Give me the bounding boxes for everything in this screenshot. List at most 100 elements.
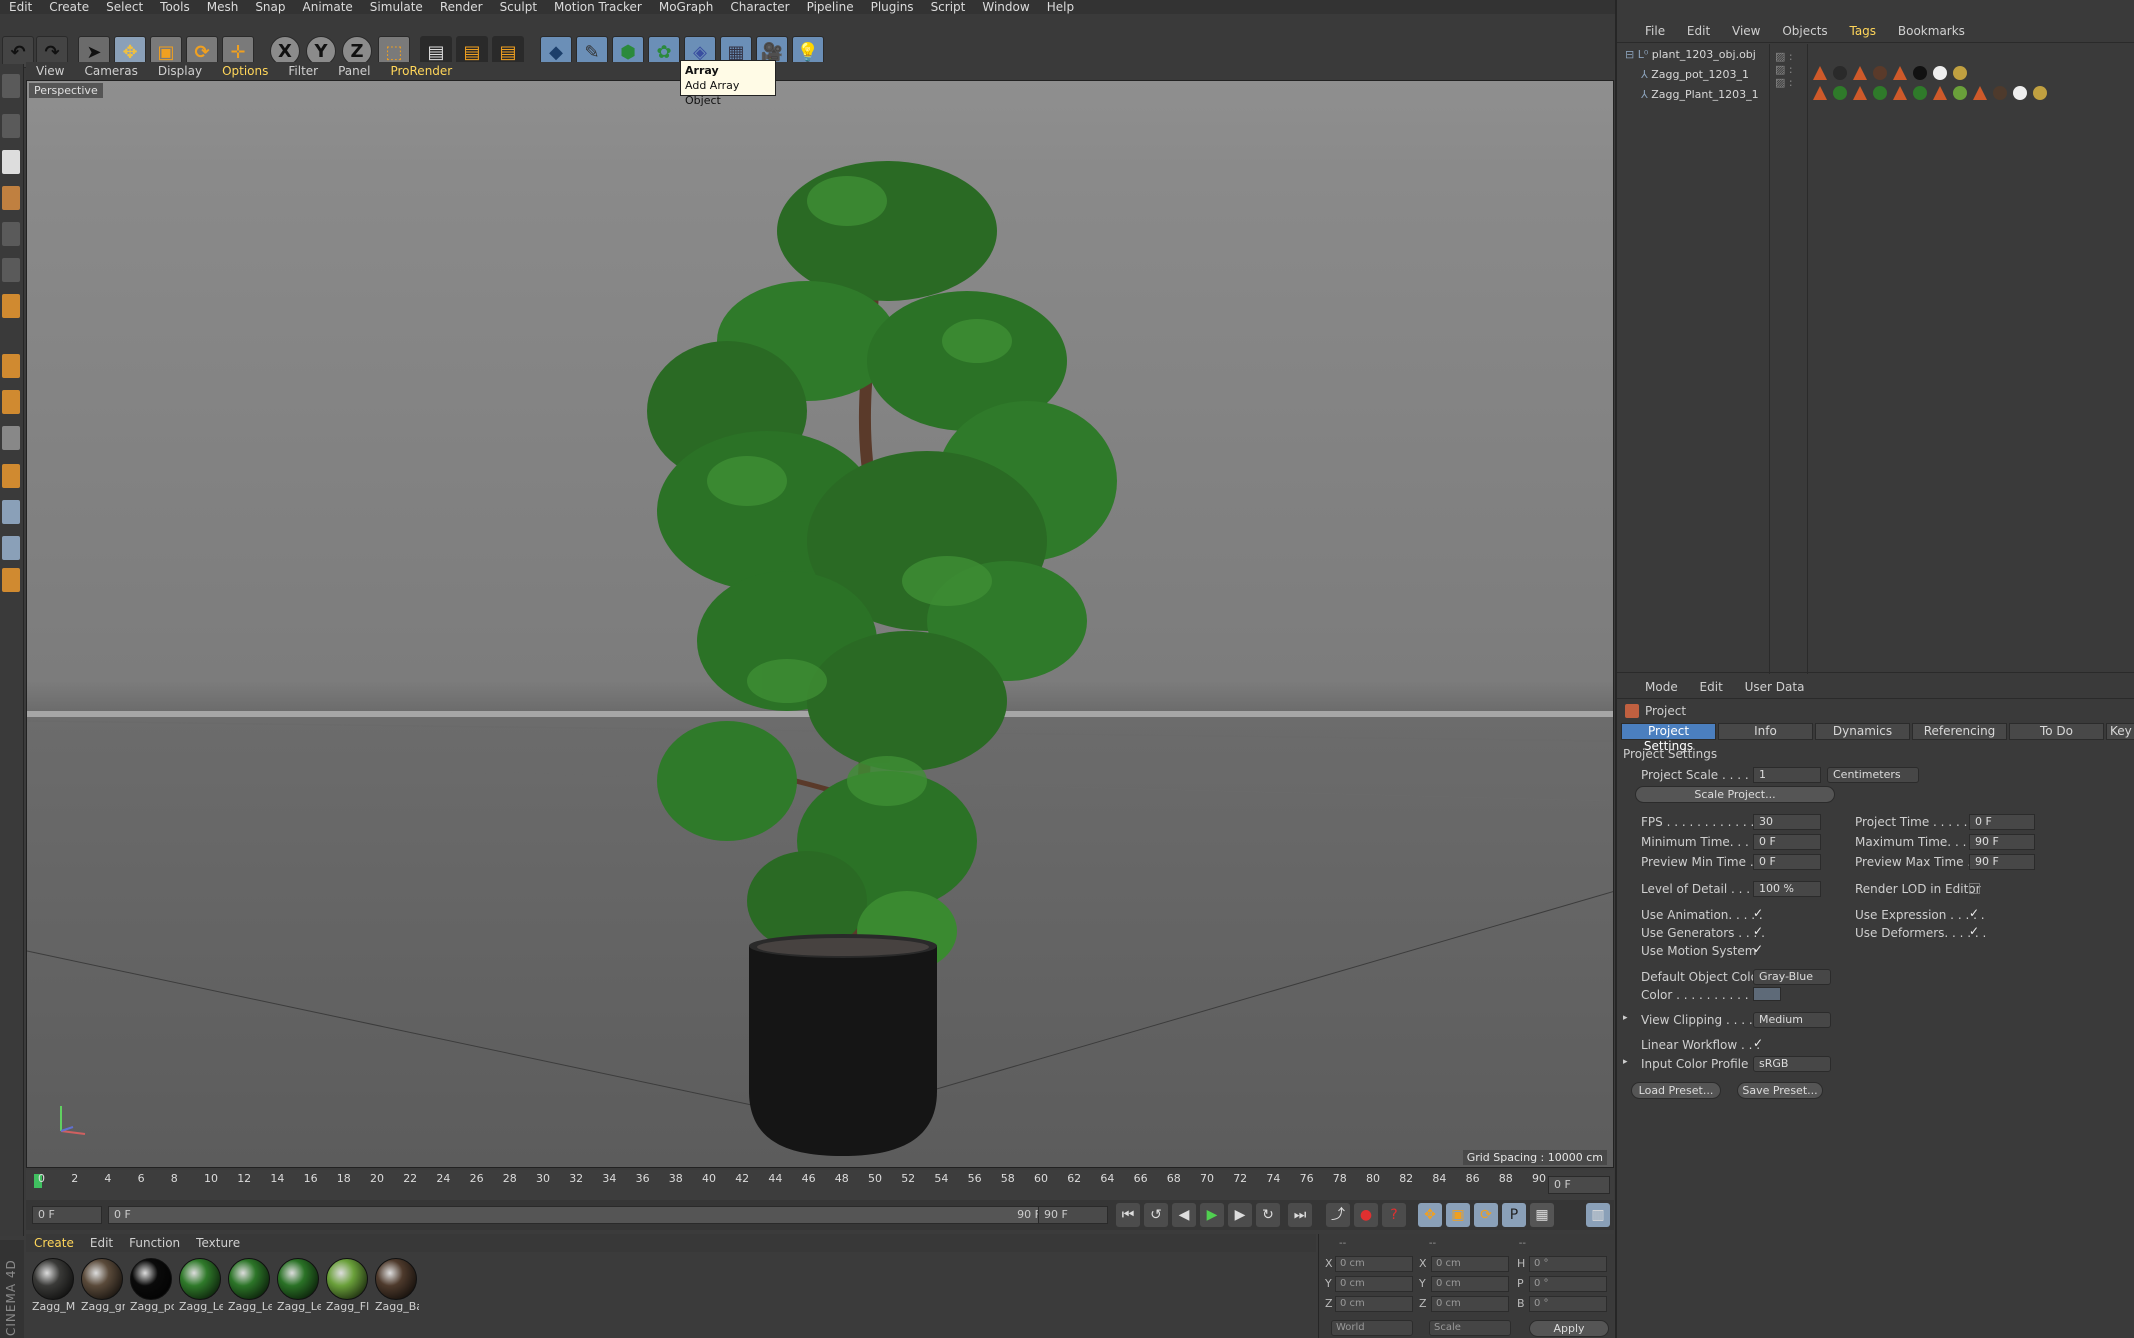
scale-project-button[interactable]: Scale Project... [1635,786,1835,803]
object-row-pot[interactable]: ⅄ Zagg_pot_1203_1 [1641,68,1749,81]
texture-tag-icon[interactable] [1953,86,1967,100]
attr-menu-mode[interactable]: Mode [1645,680,1678,694]
menu-window[interactable]: Window [973,0,1037,14]
coord-field[interactable]: 0 cm [1335,1296,1413,1312]
load-preset-button[interactable]: Load Preset... [1631,1082,1721,1099]
texture-mode-icon[interactable] [2,150,20,174]
menu-create[interactable]: Create [40,0,97,14]
fps-field[interactable]: 30 [1753,814,1821,830]
current-frame-field[interactable]: 0 F [1548,1176,1610,1194]
tab-key-interpolation[interactable]: Key In [2106,723,2134,740]
objects-menu-tags[interactable]: Tags [1849,24,1876,38]
viewport-menu-prorender[interactable]: ProRender [380,64,462,78]
render-lod-checkbox[interactable] [1969,883,1980,894]
phong-tag-icon[interactable] [1853,86,1867,100]
phong-tag-icon[interactable] [1813,86,1827,100]
min-time-field[interactable]: 0 F [1753,834,1821,850]
project-scale-field[interactable]: 1 [1753,767,1821,783]
texture-tag-icon[interactable] [1913,86,1927,100]
material-swatch[interactable]: Zagg_Fl [326,1258,370,1318]
object-row-plant[interactable]: ⅄ Zagg_Plant_1203_1 [1641,88,1759,101]
menu-simulate[interactable]: Simulate [361,0,431,14]
menu-select[interactable]: Select [97,0,151,14]
make-editable-icon[interactable] [2,74,20,98]
end-frame-field[interactable]: 90 F [1038,1206,1108,1224]
go-to-start-icon[interactable]: ⏮ [1116,1203,1140,1227]
autokey-icon[interactable]: ? [1382,1203,1406,1227]
texture-tag-icon[interactable] [1833,86,1847,100]
texture-tag-icon[interactable] [1833,66,1847,80]
menu-snap[interactable]: Snap [246,0,293,14]
phong-tag-icon[interactable] [1933,86,1947,100]
objects-menu-objects[interactable]: Objects [1782,24,1827,38]
next-frame-icon[interactable]: ▶ [1228,1203,1252,1227]
use-deformers-checkbox[interactable]: ✓ [1969,925,1980,937]
tweak-mode-icon[interactable] [2,390,20,414]
menu-mesh[interactable]: Mesh [198,0,247,14]
menu-help[interactable]: Help [1038,0,1082,14]
previous-key-icon[interactable]: ↺ [1144,1203,1168,1227]
material-menu-edit[interactable]: Edit [82,1236,121,1250]
phong-tag-icon[interactable] [1853,66,1867,80]
points-mode-icon[interactable] [2,222,20,246]
use-expression-checkbox[interactable]: ✓ [1969,907,1980,919]
menu-character[interactable]: Character [721,0,797,14]
material-menu-create[interactable]: Create [26,1236,82,1250]
texture-tag-icon[interactable] [1913,66,1927,80]
tab-todo[interactable]: To Do [2009,723,2104,740]
texture-tag-icon[interactable] [2013,86,2027,100]
workplane-icon[interactable] [2,186,20,210]
polygons-mode-icon[interactable] [2,294,20,318]
use-motion-checkbox[interactable]: ✓ [1753,943,1764,955]
key-scale-icon[interactable]: ▣ [1446,1203,1470,1227]
coord-field[interactable]: 0 cm [1335,1276,1413,1292]
viewport-menu-cameras[interactable]: Cameras [74,64,147,78]
project-time-field[interactable]: 0 F [1969,814,2035,830]
tab-referencing[interactable]: Referencing [1912,723,2007,740]
material-menu-texture[interactable]: Texture [188,1236,248,1250]
lod-field[interactable]: 100 % [1753,881,1821,897]
preview-max-field[interactable]: 90 F [1969,854,2035,870]
coord-system-select[interactable]: World [1331,1320,1413,1336]
phong-tag-icon[interactable] [1813,66,1827,80]
menu-edit[interactable]: Edit [0,0,40,14]
objects-menu-edit[interactable]: Edit [1687,24,1710,38]
coord-field[interactable]: 0 cm [1431,1256,1509,1272]
visibility-toggles[interactable]: ▨ : ▨ : ▨ : [1775,50,1793,89]
objects-menu-view[interactable]: View [1732,24,1760,38]
material-swatch[interactable]: Zagg_Le [277,1258,321,1318]
timeline-ruler[interactable]: 0 2 4 6 8 10 12 14 16 18 20 22 24 26 28 30 32 34 36 38 40 42 4… [26,1170,1614,1200]
next-key-icon[interactable]: ↻ [1256,1203,1280,1227]
texture-tag-icon[interactable] [2033,86,2047,100]
go-to-end-icon[interactable]: ⏭ [1288,1203,1312,1227]
viewport-menu-panel[interactable]: Panel [328,64,380,78]
phong-tag-icon[interactable] [1893,86,1907,100]
coord-field[interactable]: 0 ° [1529,1276,1607,1292]
coord-field[interactable]: 0 cm [1335,1256,1413,1272]
menu-plugins[interactable]: Plugins [862,0,922,14]
objects-menu-file[interactable]: File [1645,24,1665,38]
viewport-perspective[interactable]: Perspective Grid Spacing : 10000 cm [26,80,1614,1168]
key-parameter-icon[interactable]: P [1502,1203,1526,1227]
menu-script[interactable]: Script [922,0,974,14]
scale-unit-select[interactable]: Centimeters [1827,767,1919,783]
material-swatch[interactable]: Zagg_po [130,1258,174,1318]
key-rotation-icon[interactable]: ⟳ [1474,1203,1498,1227]
phong-tag-icon[interactable] [1973,86,1987,100]
menu-mograph[interactable]: MoGraph [650,0,722,14]
save-preset-button[interactable]: Save Preset... [1737,1082,1823,1099]
menu-tools[interactable]: Tools [151,0,198,14]
axis-mode-icon[interactable] [2,354,20,378]
objects-menu-bookmarks[interactable]: Bookmarks [1898,24,1965,38]
coord-field[interactable]: 0 cm [1431,1296,1509,1312]
material-swatch[interactable]: Zagg_M [32,1258,76,1318]
use-generators-checkbox[interactable]: ✓ [1753,925,1764,937]
tab-dynamics[interactable]: Dynamics [1815,723,1910,740]
key-position-icon[interactable]: ✥ [1418,1203,1442,1227]
record-icon[interactable]: ● [1354,1203,1378,1227]
object-row-root[interactable]: ⊟ L⁰ plant_1203_obj.obj [1625,48,1756,61]
snap-icon[interactable] [2,464,20,488]
tab-info[interactable]: Info [1718,723,1813,740]
texture-tag-icon[interactable] [1873,86,1887,100]
material-swatch[interactable]: Zagg_Le [228,1258,272,1318]
